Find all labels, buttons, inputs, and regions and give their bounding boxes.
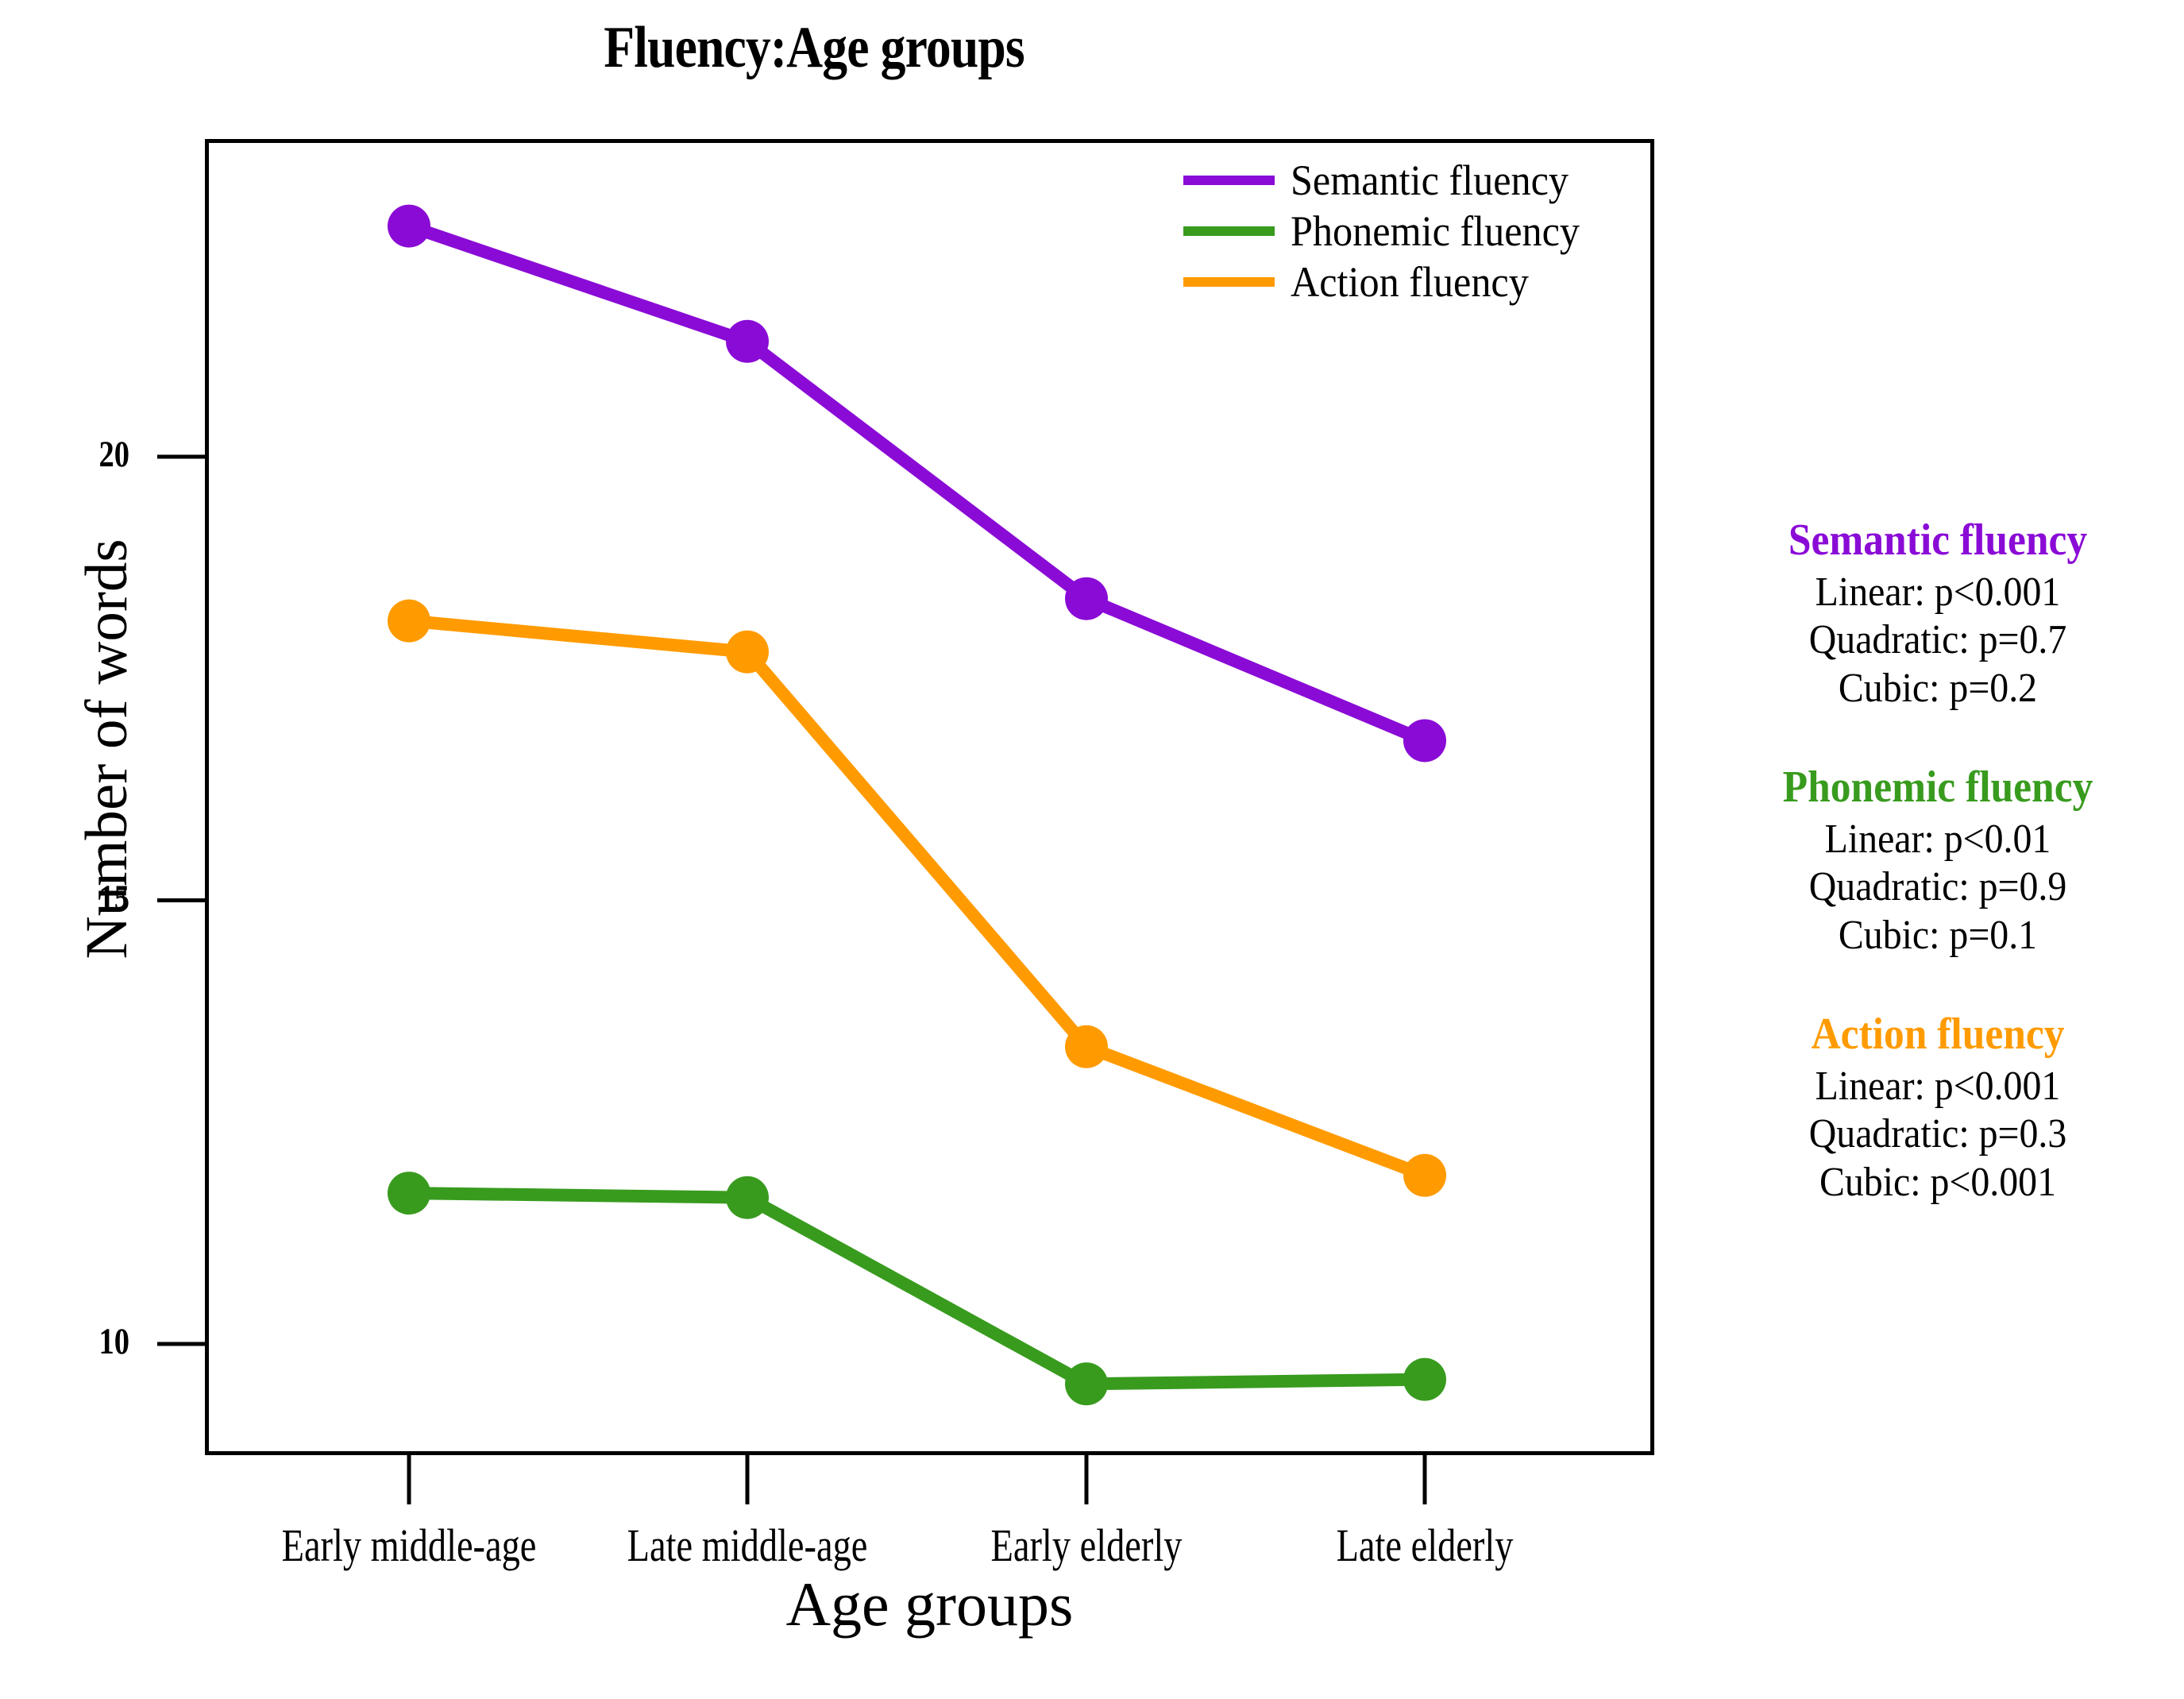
annotation-stat-line: Linear: p<0.001	[1815, 1063, 2061, 1109]
y-tick-label-10: 10	[98, 1321, 129, 1362]
annotation-heading: Semantic fluency	[1788, 515, 2088, 565]
legend-label: Action fluency	[1291, 258, 1529, 306]
legend-line-swatch	[1183, 226, 1275, 236]
x-axis-title: Age groups	[785, 1570, 1074, 1639]
annotation-block-phonemic-fluency: Phonemic fluency Linear: p<0.01 Quadratic:…	[1700, 762, 2176, 960]
annotation-stat-line: Linear: p<0.01	[1824, 816, 2051, 862]
annotation-stat-line: Cubic: p=0.1	[1838, 912, 2038, 958]
legend-item-phonemic-fluency: Phonemic fluency	[1183, 206, 1596, 257]
data-point	[726, 630, 769, 674]
data-point	[388, 204, 430, 248]
data-point	[1065, 577, 1108, 620]
legend-label: Semantic fluency	[1291, 156, 1569, 204]
legend-item-action-fluency: Action fluency	[1183, 257, 1596, 307]
data-point	[388, 1172, 430, 1215]
annotation-stat-line: Cubic: p<0.001	[1819, 1159, 2057, 1205]
annotation-stat-line: Linear: p<0.001	[1815, 570, 2061, 615]
data-point	[388, 599, 430, 643]
series-line-phonemic-fluency	[403, 1187, 1431, 1391]
figure-root: Fluency:Age groups 20 15 10 Early middle-a…	[0, 0, 2184, 1699]
data-point	[1403, 719, 1446, 763]
legend: Semantic fluency Phonemic fluency Action f…	[1183, 155, 1596, 307]
data-point	[726, 319, 769, 363]
annotation-heading: Phonemic fluency	[1782, 762, 2093, 812]
annotation-block-semantic-fluency: Semantic fluency Linear: p<0.001 Quadratic…	[1700, 515, 2176, 712]
data-point	[1065, 1362, 1108, 1406]
y-axis-title: Number of words	[74, 539, 140, 960]
data-point	[1403, 1357, 1446, 1401]
annotation-stat-line: Cubic: p=0.2	[1838, 665, 2038, 711]
annotation-stat-line: Quadratic: p=0.3	[1808, 1111, 2067, 1157]
legend-line-swatch	[1183, 277, 1275, 287]
annotation-heading: Action fluency	[1811, 1009, 2065, 1059]
data-point	[1065, 1025, 1108, 1068]
legend-line-swatch	[1183, 176, 1275, 185]
annotation-block-action-fluency: Action fluency Linear: p<0.001 Quadratic: …	[1700, 1009, 2176, 1207]
annotation-stat-line: Quadratic: p=0.9	[1808, 864, 2067, 910]
legend-item-semantic-fluency: Semantic fluency	[1183, 155, 1596, 206]
data-series-layer	[388, 204, 1446, 1406]
data-point	[726, 1176, 769, 1219]
data-point	[1403, 1153, 1446, 1197]
legend-label: Phonemic fluency	[1291, 207, 1580, 255]
statistics-annotation-panel: Semantic fluency Linear: p<0.001 Quadratic…	[1700, 515, 2176, 1256]
y-tick-label-20: 20	[98, 434, 129, 475]
tick-marks	[157, 454, 1427, 1504]
x-tick-label-4: Late elderly	[1336, 1519, 1514, 1571]
annotation-stat-line: Quadratic: p=0.7	[1808, 617, 2067, 663]
series-line-action-fluency	[403, 614, 1431, 1182]
